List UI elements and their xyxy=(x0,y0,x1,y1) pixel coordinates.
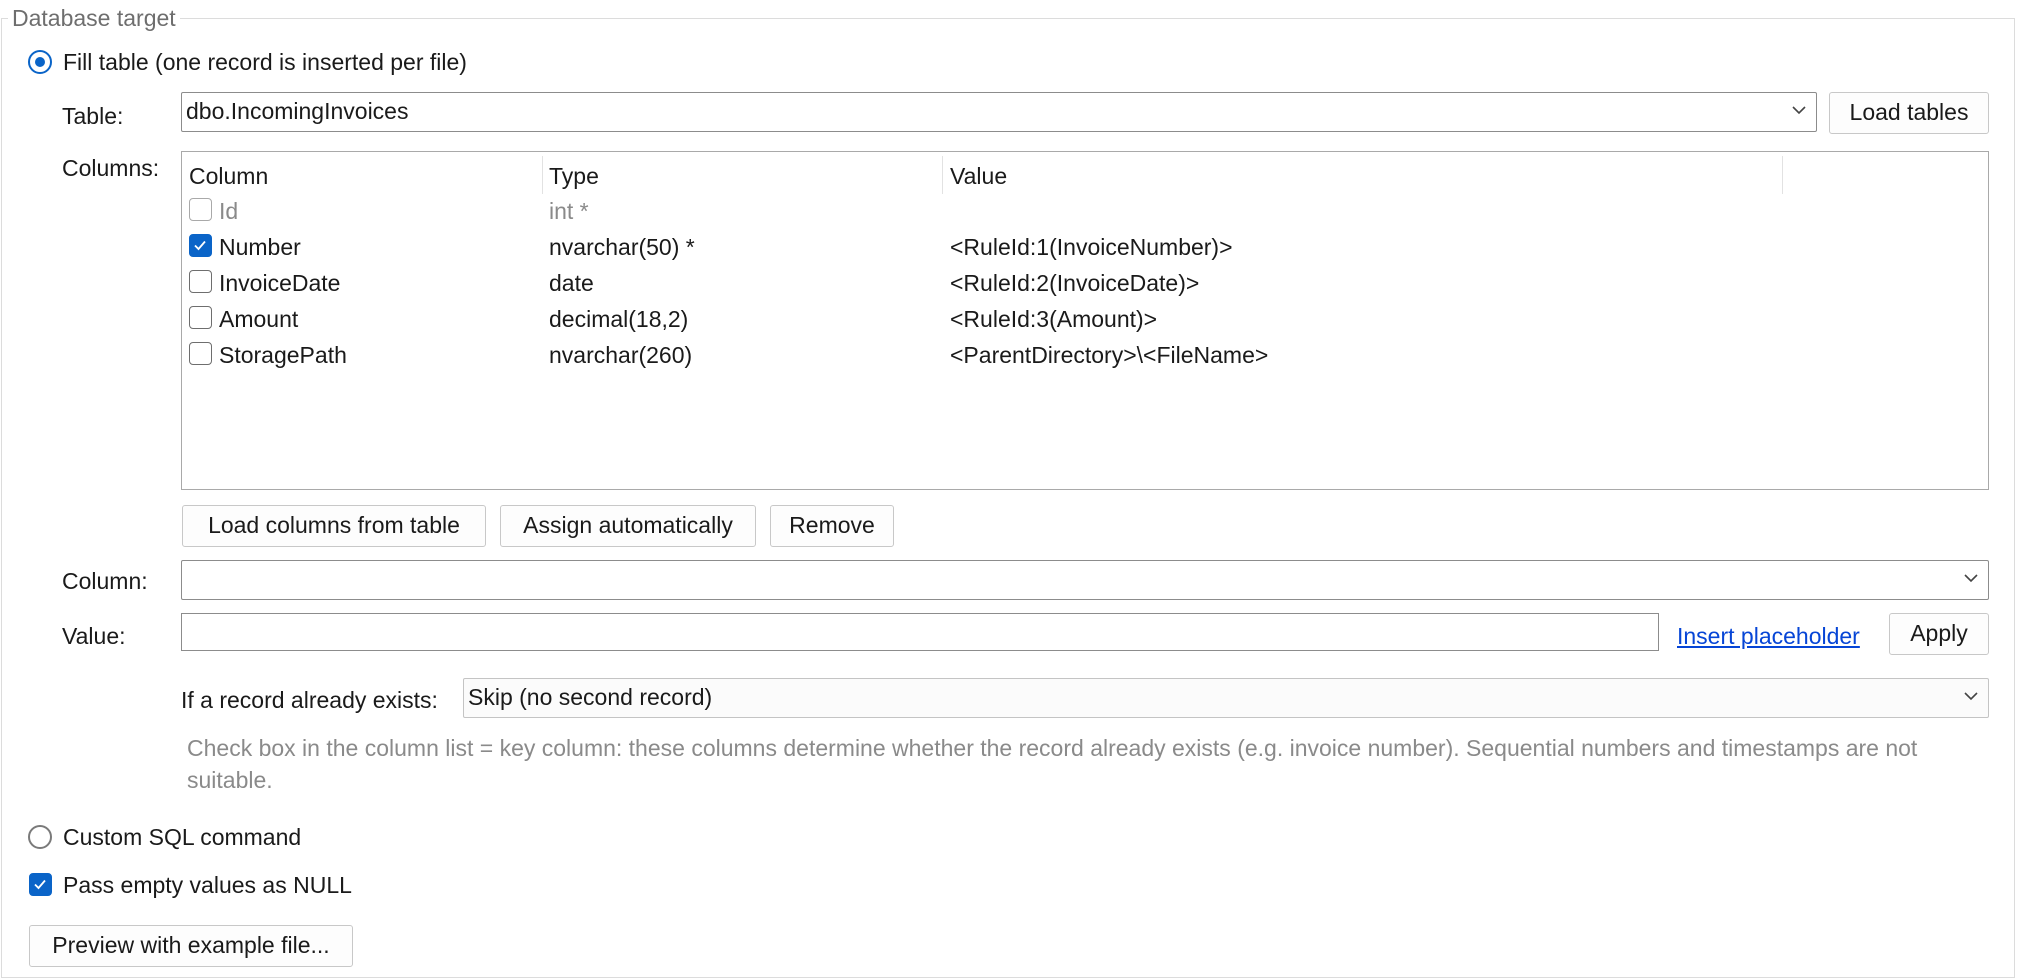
load-tables-button[interactable]: Load tables xyxy=(1829,92,1989,134)
row-value: <RuleId:2(InvoiceDate)> xyxy=(950,270,1200,296)
table-combo[interactable]: dbo.IncomingInvoices xyxy=(181,92,1817,132)
record-exists-value: Skip (no second record) xyxy=(468,684,713,710)
column-header-column[interactable]: Column xyxy=(189,158,268,194)
chevron-down-icon xyxy=(1964,574,1978,583)
custom-sql-radio[interactable] xyxy=(28,825,52,849)
column-separator[interactable] xyxy=(542,156,543,194)
remove-button[interactable]: Remove xyxy=(770,505,894,547)
row-column-name: Number xyxy=(219,234,301,260)
row-type: nvarchar(50) * xyxy=(549,234,695,260)
load-columns-button[interactable]: Load columns from table xyxy=(182,505,486,547)
row-column-name: StoragePath xyxy=(219,342,347,368)
row-value: <RuleId:1(InvoiceNumber)> xyxy=(950,234,1233,260)
row-type: decimal(18,2) xyxy=(549,306,689,332)
chevron-down-icon xyxy=(1964,692,1978,701)
row-checkbox[interactable] xyxy=(189,342,212,365)
row-value: <RuleId:3(Amount)> xyxy=(950,306,1158,332)
row-column-name: Amount xyxy=(219,306,299,332)
column-header-type[interactable]: Type xyxy=(549,158,599,194)
key-column-hint: Check box in the column list = key colum… xyxy=(187,735,1918,793)
column-header-value[interactable]: Value xyxy=(950,158,1007,194)
row-checkbox[interactable] xyxy=(189,270,212,293)
row-type: date xyxy=(549,270,594,296)
pass-null-label[interactable]: Pass empty values as NULL xyxy=(63,871,352,899)
column-label: Column: xyxy=(62,568,148,594)
checkmark-icon xyxy=(194,240,206,251)
row-type: nvarchar(260) xyxy=(549,342,693,368)
row-checkbox[interactable] xyxy=(189,234,212,257)
column-separator[interactable] xyxy=(942,156,943,194)
group-title: Database target xyxy=(8,4,180,32)
fill-table-label[interactable]: Fill table (one record is inserted per f… xyxy=(63,48,467,76)
pass-null-checkbox[interactable] xyxy=(29,873,52,896)
checkmark-icon xyxy=(34,879,46,890)
row-checkbox xyxy=(189,198,212,221)
column-combo[interactable] xyxy=(181,560,1989,600)
preview-example-button[interactable]: Preview with example file... xyxy=(29,925,353,967)
row-value: <ParentDirectory>\<FileName> xyxy=(950,342,1269,368)
columns-listview[interactable]: Column Type Value Id int * Number nvarch… xyxy=(181,151,1989,490)
record-exists-combo[interactable]: Skip (no second record) xyxy=(463,678,1989,718)
row-type: int * xyxy=(549,198,589,224)
table-label: Table: xyxy=(62,103,124,129)
row-column-name: Id xyxy=(219,198,239,224)
table-combo-value: dbo.IncomingInvoices xyxy=(186,98,409,124)
chevron-down-icon xyxy=(1792,106,1806,115)
columns-label: Columns: xyxy=(62,155,160,181)
custom-sql-label[interactable]: Custom SQL command xyxy=(63,823,301,851)
insert-placeholder-link[interactable]: Insert placeholder xyxy=(1677,622,1860,650)
column-separator[interactable] xyxy=(1782,156,1783,194)
record-exists-label: If a record already exists: xyxy=(181,687,438,713)
apply-button[interactable]: Apply xyxy=(1889,613,1989,655)
value-input[interactable] xyxy=(181,613,1659,651)
row-column-name: InvoiceDate xyxy=(219,270,341,296)
row-checkbox[interactable] xyxy=(189,306,212,329)
fill-table-radio[interactable] xyxy=(28,50,52,74)
assign-automatically-button[interactable]: Assign automatically xyxy=(500,505,756,547)
value-label: Value: xyxy=(62,623,126,649)
